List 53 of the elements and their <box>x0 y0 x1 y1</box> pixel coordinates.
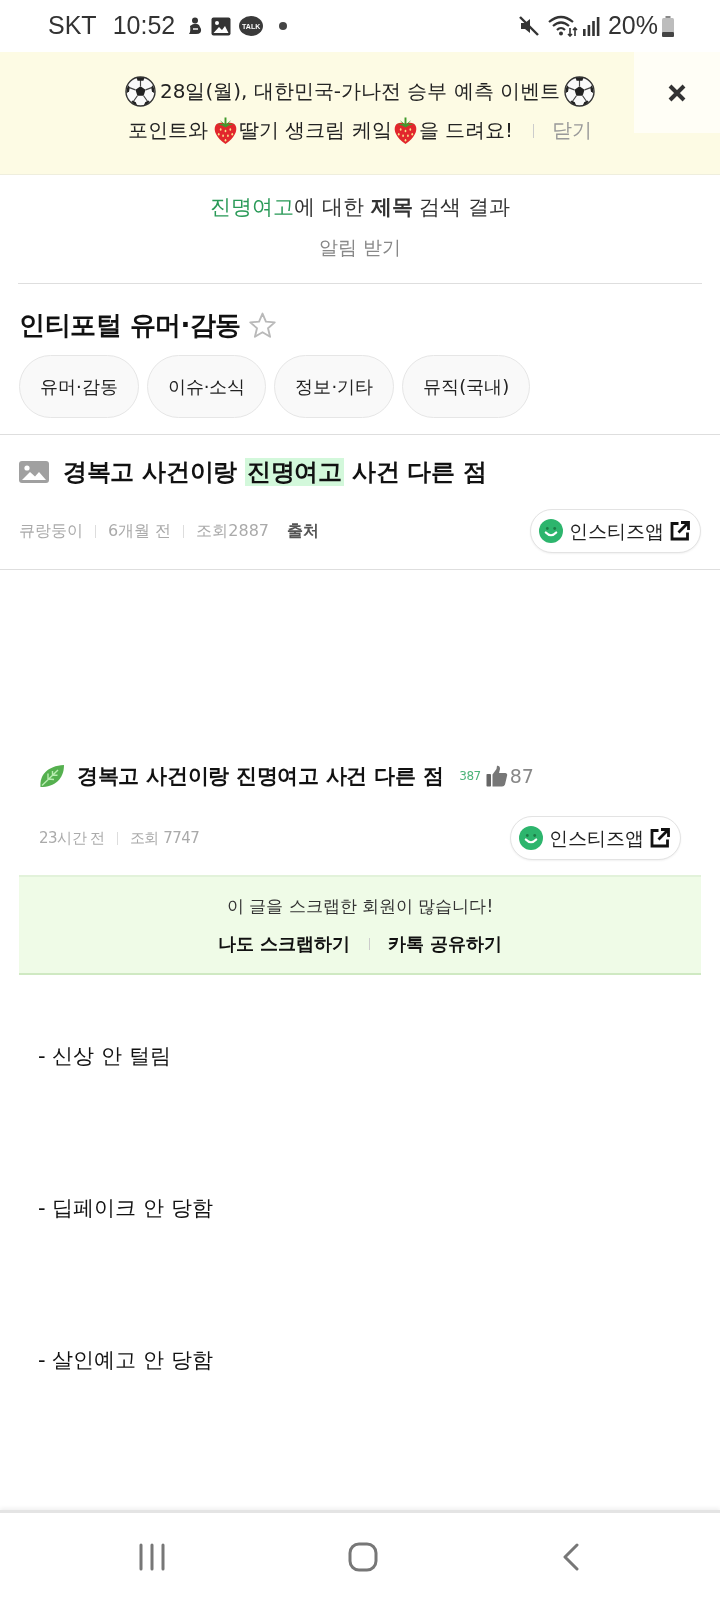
like-count: 87 <box>509 763 534 789</box>
banner-text: 을 드려요! <box>418 117 514 144</box>
picture-icon <box>211 16 232 36</box>
source-link[interactable]: 출처 <box>287 519 319 543</box>
thumbs-up-icon <box>485 765 508 787</box>
category-chip[interactable]: 유머·감동 <box>19 355 139 418</box>
leaf-icon <box>39 764 65 788</box>
signal-icon <box>581 16 600 36</box>
soccer-ball-icon <box>124 76 156 107</box>
view-count: 조회2887 <box>196 520 269 542</box>
battery-icon <box>662 15 674 37</box>
board-title: 인티포털 유머·감동 <box>19 309 241 342</box>
view-count: 조회 7747 <box>129 827 200 849</box>
clock-time: 10:52 <box>112 10 176 42</box>
wifi-icon <box>547 15 578 37</box>
post-age: 6개월 전 <box>108 520 172 542</box>
post-age: 23시간 전 <box>39 827 105 849</box>
comment-count: 387 <box>459 768 481 785</box>
person-icon <box>187 17 204 35</box>
carrier-name: SKT <box>48 10 97 42</box>
scrap-button[interactable]: 나도 스크랩하기 <box>218 930 351 958</box>
star-icon[interactable] <box>248 311 276 339</box>
embedded-post-title: 경복고 사건이랑 진명여고 사건 다른 점 <box>77 763 444 790</box>
home-icon[interactable] <box>348 1541 378 1572</box>
subscribe-button[interactable]: 알림 받기 <box>318 231 401 263</box>
external-link-icon <box>650 828 670 848</box>
soccer-ball-icon <box>564 76 596 107</box>
banner-text: 28일(월), 대한민국-가나전 승부 예측 이벤트 <box>159 78 561 105</box>
recent-apps-icon[interactable] <box>139 1542 166 1571</box>
close-button[interactable] <box>634 52 720 133</box>
body-text: - 신상 안 털림 <box>38 1043 172 1070</box>
scrap-notice: 이 글을 스크랩한 회원이 많습니다! <box>225 895 495 918</box>
battery-percent: 20% <box>607 10 658 42</box>
search-result-heading: 진명여고에 대한 제목 검색 결과 <box>209 194 511 221</box>
category-chip[interactable]: 이슈·소식 <box>146 355 267 418</box>
category-chip[interactable]: 정보·기타 <box>274 355 395 418</box>
category-chip[interactable]: 뮤직(국내) <box>402 355 531 418</box>
smiley-icon <box>539 519 563 543</box>
notification-dot-icon <box>279 22 288 30</box>
mute-icon <box>517 15 540 37</box>
post-title: 경복고 사건이랑 진명여고 사건 다른 점 <box>63 457 487 488</box>
image-icon <box>19 461 49 483</box>
body-text: - 살인예고 안 당함 <box>38 1347 214 1374</box>
app-button[interactable]: 인스티즈앱 <box>530 509 701 553</box>
external-link-icon <box>670 521 690 541</box>
body-text: - 딥페이크 안 당함 <box>38 1195 214 1222</box>
close-icon <box>667 82 687 103</box>
smiley-icon <box>519 826 543 850</box>
app-button[interactable]: 인스티즈앱 <box>510 816 681 860</box>
banner-text: 딸기 생크림 케잌 <box>238 117 392 144</box>
banner-text: 포인트와 <box>127 117 208 144</box>
author-name: 큐랑둥이 <box>19 520 83 542</box>
share-button[interactable]: 카톡 공유하기 <box>387 930 502 958</box>
